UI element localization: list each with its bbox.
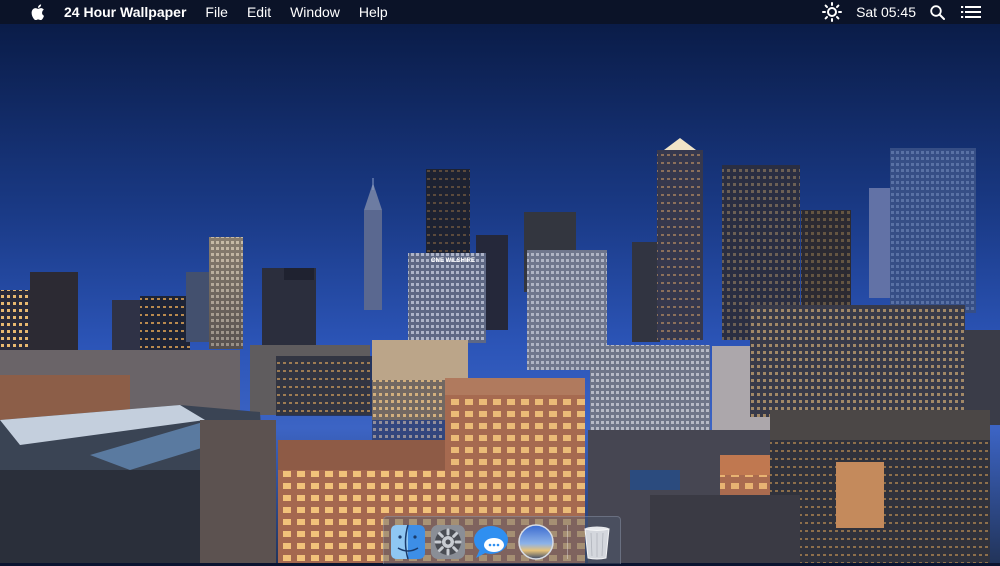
sun-icon[interactable] <box>822 2 843 22</box>
trash-icon[interactable] <box>578 523 616 561</box>
clock[interactable]: Sat 05:45 <box>856 4 916 20</box>
dock-separator <box>567 525 568 559</box>
menu-file[interactable]: File <box>205 4 228 20</box>
menu-help[interactable]: Help <box>359 4 388 20</box>
speech-bubble-icon[interactable] <box>472 523 510 561</box>
search-icon[interactable] <box>930 4 945 20</box>
status-area: Sat 05:45 <box>822 0 1000 24</box>
one-wilshire-sign: ONE WILSHIRE <box>431 258 475 264</box>
apple-logo-icon[interactable] <box>27 0 49 24</box>
menu-window[interactable]: Window <box>290 4 340 20</box>
finder-icon[interactable] <box>389 523 427 561</box>
city-skyline-wallpaper: ONE WILSHIRE <box>0 24 1000 563</box>
gear-icon[interactable] <box>429 523 467 561</box>
list-icon[interactable] <box>961 5 981 19</box>
wallpaper-app-icon[interactable] <box>517 523 555 561</box>
menu-bar: 24 Hour Wallpaper File Edit Window Help … <box>0 0 1000 24</box>
dock <box>383 516 621 564</box>
menu-edit[interactable]: Edit <box>247 4 271 20</box>
app-name-menu[interactable]: 24 Hour Wallpaper <box>64 4 186 20</box>
